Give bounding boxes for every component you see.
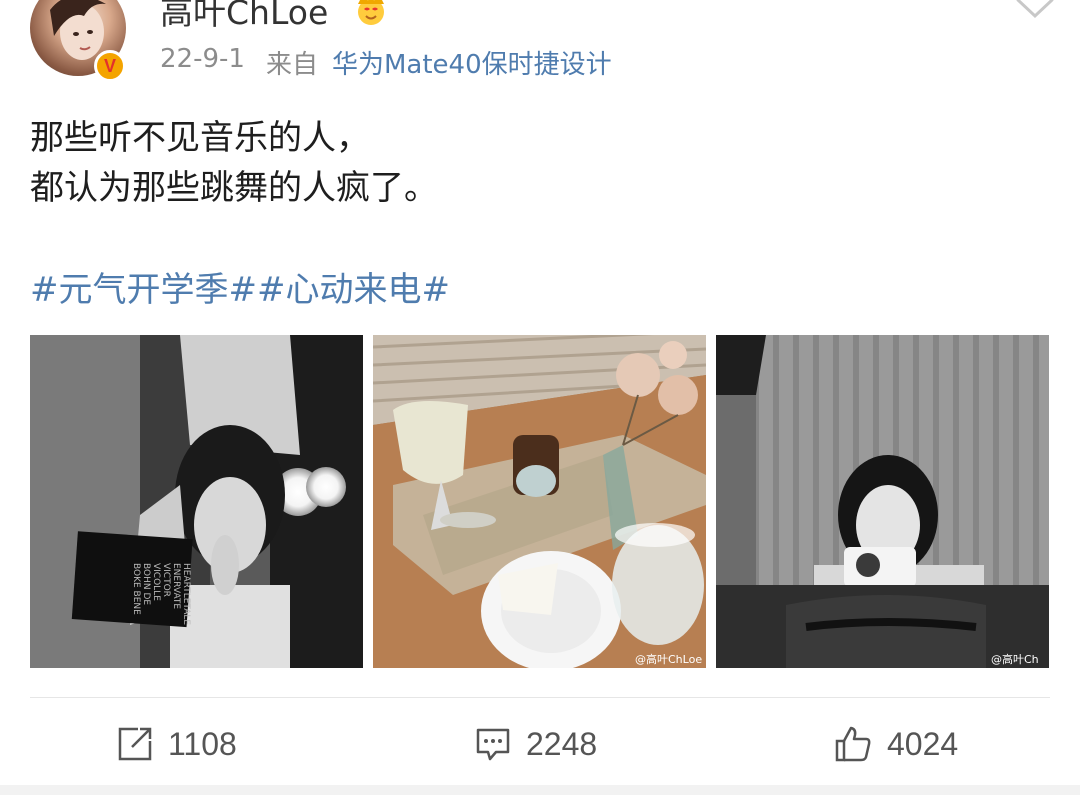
- hashtags: #元气开学季##心动来电#: [30, 262, 450, 311]
- thumbs-up-icon: [835, 726, 871, 762]
- post-text-line: 那些听不见音乐的人，: [30, 118, 370, 158]
- username[interactable]: 高叶ChLoe: [160, 0, 328, 34]
- post-text-line: 都认为那些跳舞的人疯了。: [30, 168, 438, 208]
- source-label: 来自: [266, 50, 319, 80]
- post-image-3[interactable]: @高叶Ch: [716, 335, 1049, 668]
- svg-text:BOHN DE: BOHN DE: [141, 563, 151, 605]
- divider: [30, 697, 1050, 698]
- comment-count: 2248: [526, 725, 598, 762]
- source-device-link[interactable]: 华为Mate40保时捷设计: [332, 44, 612, 81]
- bottom-separator: [0, 785, 1080, 795]
- image-watermark: @高叶Ch: [991, 652, 1039, 666]
- comment-icon: [476, 728, 510, 761]
- svg-text:ENERVATE: ENERVATE: [171, 563, 181, 609]
- crown-emoji-icon: [352, 0, 390, 26]
- svg-text:VICOLLE: VICOLLE: [151, 563, 161, 601]
- svg-text:VICTOR: VICTOR: [161, 563, 171, 597]
- comment-button[interactable]: 2248: [474, 722, 597, 766]
- image-watermark: @高叶ChLoe: [635, 652, 702, 666]
- post-image-1[interactable]: BOKE BENE BOHN DE VICOLLE VICTOR ENERVAT…: [30, 335, 363, 668]
- svg-text:HEARTLETALE: HEARTLETALE: [181, 563, 191, 625]
- like-count: 4024: [887, 725, 959, 762]
- hashtag-link[interactable]: #心动来电#: [257, 270, 450, 310]
- post-image-2[interactable]: @高叶ChLoe: [373, 335, 706, 668]
- verified-badge: V: [94, 50, 126, 82]
- repost-button[interactable]: 1108: [116, 722, 237, 766]
- like-button[interactable]: 4024: [833, 722, 958, 766]
- svg-text:BOKE BENE: BOKE BENE: [131, 563, 141, 615]
- chevron-down-icon[interactable]: [1014, 0, 1056, 22]
- repost-count: 1108: [168, 725, 237, 762]
- repost-icon: [118, 727, 152, 761]
- post-date: 22-9-1: [160, 44, 245, 74]
- hashtag-link[interactable]: #元气开学季#: [30, 270, 257, 310]
